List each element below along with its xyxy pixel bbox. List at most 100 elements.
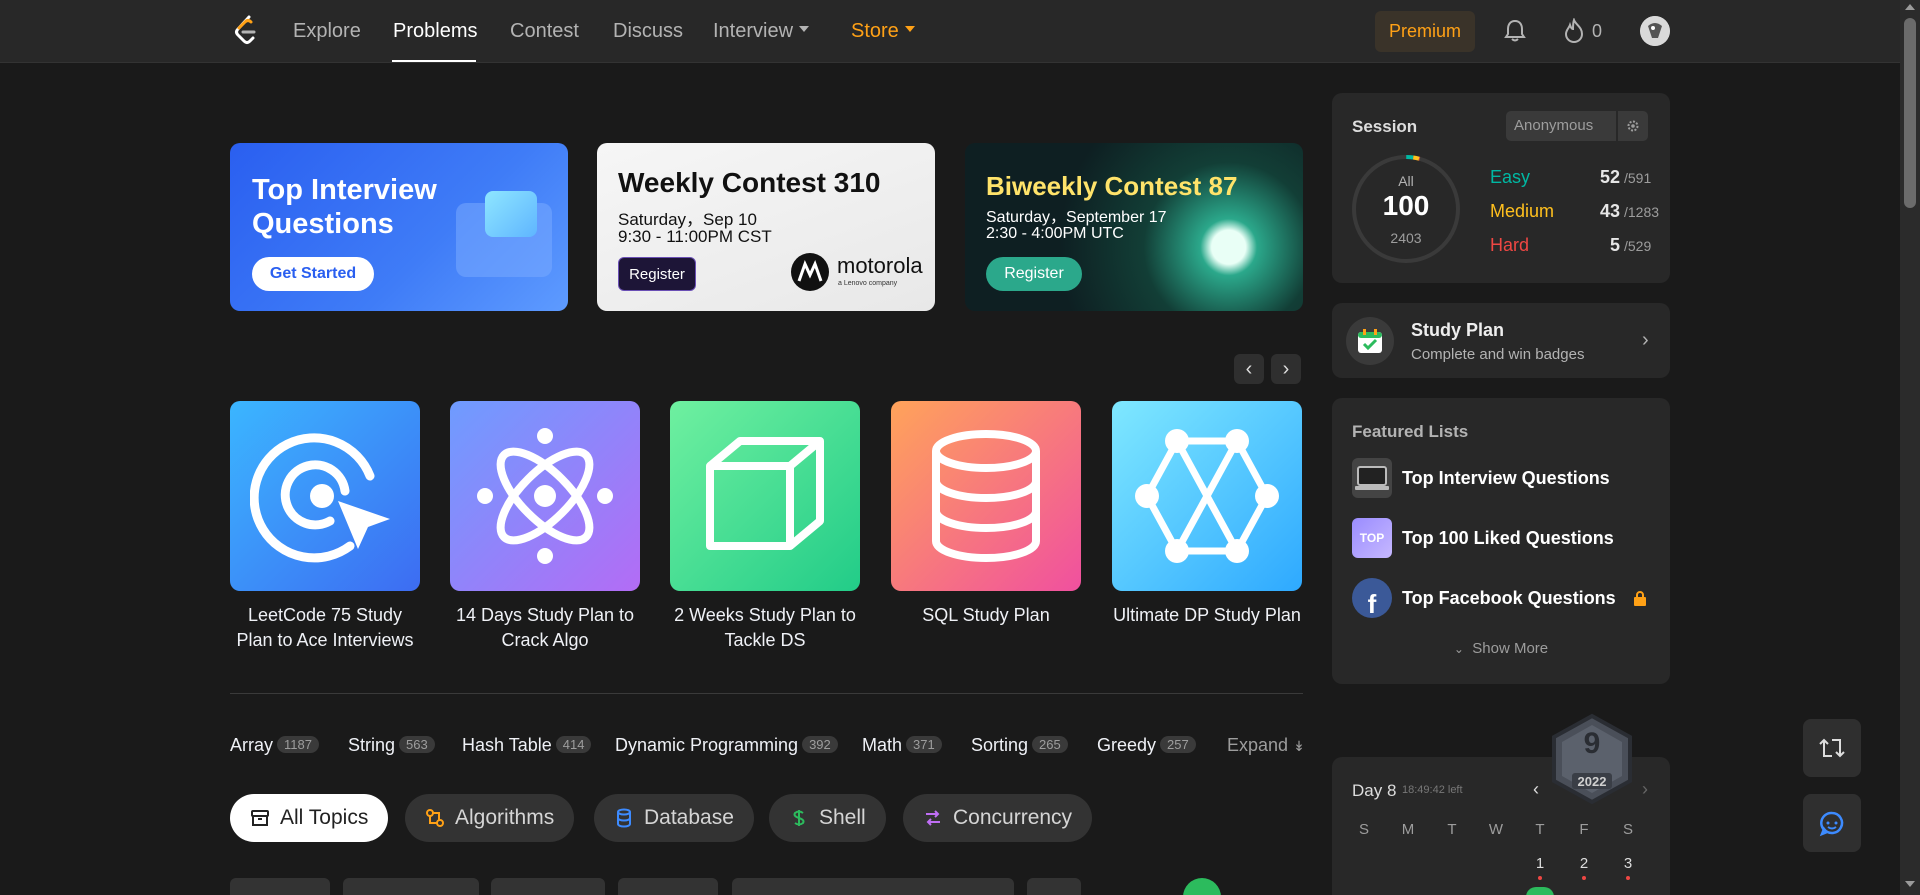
switch-layout-icon xyxy=(1819,738,1845,758)
carousel-next-button[interactable]: › xyxy=(1271,354,1301,384)
scroll-up-icon[interactable] xyxy=(1905,4,1915,10)
banner-title: Biweekly Contest 87 xyxy=(986,171,1238,201)
tag-math[interactable]: Math 371 xyxy=(862,735,942,756)
bell-icon[interactable] xyxy=(1502,18,1528,44)
weekly-contest-banner[interactable]: Weekly Contest 310 Saturday，Sep 10 9:30 … xyxy=(597,143,935,311)
plan-label: 2 Weeks Study Plan to Tackle DS xyxy=(674,605,856,650)
contest-time: 9:30 - 11:00PM CST xyxy=(618,227,772,246)
dollar-icon xyxy=(793,810,805,826)
session-settings-button[interactable] xyxy=(1618,111,1648,141)
calendar-next-button[interactable]: › xyxy=(1642,779,1648,800)
study-plan-title: Study Plan xyxy=(1411,320,1505,340)
filter-dropdown[interactable] xyxy=(618,878,718,895)
calendar-day[interactable]: 2 xyxy=(1572,855,1596,872)
switch-layout-button[interactable] xyxy=(1803,719,1861,777)
nav-problems[interactable]: Problems xyxy=(393,20,477,43)
hard-solved: 5 xyxy=(1609,235,1620,255)
study-plan-card[interactable]: Ultimate DP Study Plan xyxy=(1112,401,1302,628)
filter-dropdown[interactable] xyxy=(230,878,330,895)
featured-lists-panel: Featured Lists Top Interview Questions T… xyxy=(1332,398,1670,684)
show-more-button[interactable]: ⌄ Show More xyxy=(1332,640,1670,657)
medium-label: Medium xyxy=(1490,201,1555,221)
tag-string[interactable]: String 563 xyxy=(348,735,435,756)
topic-shell[interactable]: Shell xyxy=(769,794,886,842)
page-scrollbar[interactable] xyxy=(1900,0,1920,895)
tag-sorting[interactable]: Sorting 265 xyxy=(971,735,1068,756)
nav-interview[interactable]: Interview xyxy=(713,20,810,43)
missed-dot xyxy=(1582,876,1586,880)
carousel-prev-button[interactable]: ‹ xyxy=(1234,354,1264,384)
gear-icon xyxy=(1627,120,1639,132)
register-button[interactable]: Register xyxy=(618,257,696,291)
topic-label: Algorithms xyxy=(455,806,555,829)
tag-dynamic-programming[interactable]: Dynamic Programming 392 xyxy=(615,735,838,756)
calendar-day[interactable]: 1 xyxy=(1528,855,1552,872)
calendar-check-icon xyxy=(1346,317,1394,365)
study-plan-card[interactable]: SQL Study Plan xyxy=(891,401,1081,628)
avatar[interactable] xyxy=(1640,16,1670,46)
tag-count: 257 xyxy=(1160,736,1196,753)
feedback-chat-button[interactable] xyxy=(1803,794,1861,852)
tag-count: 265 xyxy=(1032,736,1068,753)
easy-total: /591 xyxy=(1624,170,1652,186)
get-started-button[interactable]: Get Started xyxy=(252,257,374,291)
featured-item-label: Top 100 Liked Questions xyxy=(1402,528,1614,548)
medium-solved: 43 xyxy=(1599,201,1620,221)
double-chevron-down-icon: ↡ xyxy=(1293,738,1305,754)
register-button[interactable]: Register xyxy=(986,257,1082,291)
plan-tile xyxy=(1112,401,1302,591)
nav-contest[interactable]: Contest xyxy=(510,20,579,43)
fire-icon[interactable] xyxy=(1562,18,1586,44)
scrollbar-thumb[interactable] xyxy=(1904,18,1916,208)
calendar-day[interactable]: 3 xyxy=(1616,855,1640,872)
tag-count: 1187 xyxy=(277,736,319,753)
session-panel: Session Anonymous All 100 2403 Easy 52 /… xyxy=(1332,93,1670,283)
topic-concurrency[interactable]: Concurrency xyxy=(903,794,1093,842)
badge-year: 2022 xyxy=(1577,774,1607,789)
plan-label: SQL Study Plan xyxy=(922,605,1050,625)
tag-greedy[interactable]: Greedy 257 xyxy=(1097,735,1196,756)
premium-button[interactable]: Premium xyxy=(1375,11,1475,52)
topic-database[interactable]: Database xyxy=(594,794,754,842)
topic-algorithms[interactable]: Algorithms xyxy=(405,794,575,842)
scroll-down-icon[interactable] xyxy=(1905,881,1915,887)
biweekly-contest-banner[interactable]: Biweekly Contest 87 Saturday，September 1… xyxy=(965,143,1303,311)
topic-all-topics[interactable]: All Topics xyxy=(230,794,389,842)
target-cursor-icon xyxy=(250,433,390,563)
session-select[interactable]: Anonymous xyxy=(1506,111,1616,141)
topic-label: Shell xyxy=(819,806,866,829)
top-interview-banner[interactable]: Top Interview Questions Get Started xyxy=(230,143,568,311)
tag-array[interactable]: Array 1187 xyxy=(230,735,319,756)
study-plan-card[interactable]: 14 Days Study Plan to Crack Algo xyxy=(450,401,640,653)
featured-item[interactable]: f Top Facebook Questions xyxy=(1352,578,1652,619)
study-plan-card[interactable]: 2 Weeks Study Plan to Tackle DS xyxy=(670,401,860,653)
calendar-prev-button[interactable]: ‹ xyxy=(1533,779,1539,800)
filter-dropdown[interactable] xyxy=(343,878,479,895)
study-plan-subtitle: Complete and win badges xyxy=(1411,346,1585,363)
nav-store[interactable]: Store xyxy=(851,20,915,43)
featured-item[interactable]: Top Interview Questions xyxy=(1352,458,1652,498)
study-plan-panel[interactable]: Study Plan Complete and win badges › xyxy=(1332,303,1670,378)
solved-count: 100 xyxy=(1382,190,1430,221)
pick-one-button[interactable] xyxy=(1183,878,1221,895)
missed-dot xyxy=(1538,876,1542,880)
nav-explore[interactable]: Explore xyxy=(293,20,361,43)
atom-icon xyxy=(477,428,613,564)
search-input[interactable] xyxy=(732,878,1014,895)
study-plan-card[interactable]: LeetCode 75 Study Plan to Ace Interviews xyxy=(230,401,420,653)
tag-hash-table[interactable]: Hash Table 414 xyxy=(462,735,592,756)
settings-button[interactable] xyxy=(1027,878,1081,895)
total-count: 2403 xyxy=(1390,230,1422,246)
filter-dropdown[interactable] xyxy=(491,878,605,895)
session-title: Session xyxy=(1352,117,1418,136)
expand-tags-button[interactable]: Expand ↡ xyxy=(1227,735,1305,756)
weekday-label: T xyxy=(1535,821,1545,838)
featured-title: Featured Lists xyxy=(1352,422,1469,441)
sponsor-name: motorola xyxy=(837,253,923,278)
caret-down-icon xyxy=(799,25,810,32)
leetcode-logo-icon[interactable] xyxy=(232,15,260,47)
graph-icon xyxy=(1135,429,1279,563)
featured-item[interactable]: TOP Top 100 Liked Questions xyxy=(1352,518,1652,558)
today-marker xyxy=(1526,887,1554,895)
nav-discuss[interactable]: Discuss xyxy=(613,20,683,43)
